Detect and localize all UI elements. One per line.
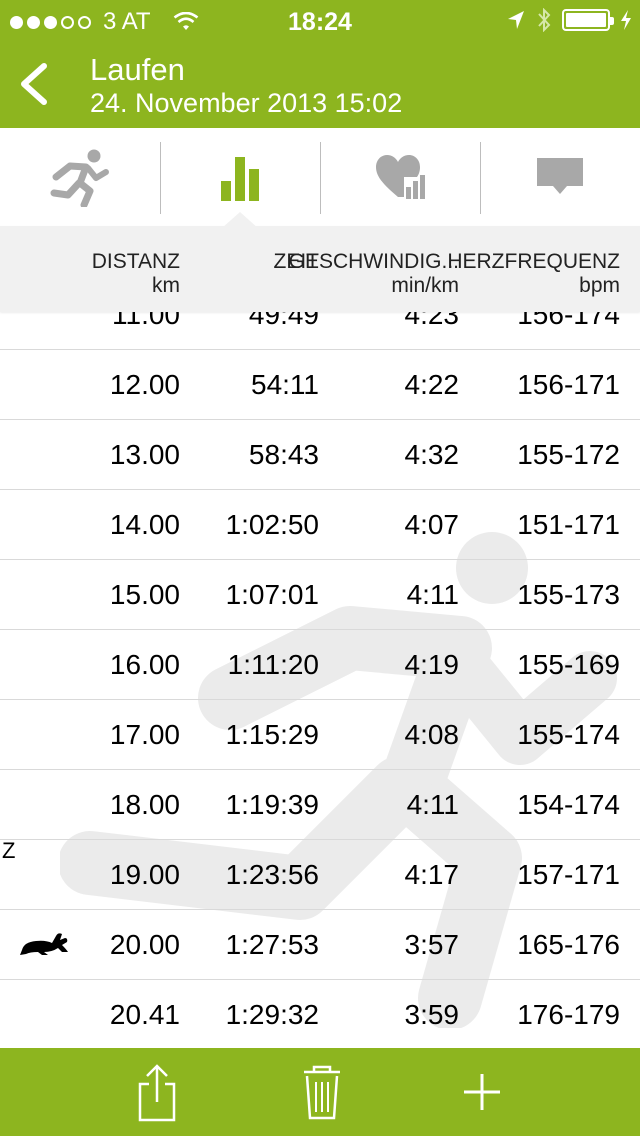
row-pace: 4:23 xyxy=(404,312,460,330)
comment-icon xyxy=(537,158,583,194)
row-heart-rate: 155-169 xyxy=(517,649,620,680)
row-time: 58:43 xyxy=(248,439,319,470)
column-label: GESCHWINDIG... xyxy=(288,250,459,273)
bluetooth-icon xyxy=(538,8,551,32)
row-distance: 18.00 xyxy=(109,789,180,820)
page-title: Laufen xyxy=(90,52,185,87)
tab-notes[interactable] xyxy=(480,128,640,226)
table-row[interactable]: 14.00 1:02:50 4:07 151-171 xyxy=(0,490,640,560)
heart-chart-icon xyxy=(376,155,425,199)
table-row[interactable]: 16.00 1:11:20 4:19 155-169 xyxy=(0,630,640,700)
row-heart-rate: 155-172 xyxy=(517,439,620,470)
table-row[interactable]: 12.00 54:11 4:22 156-171 xyxy=(0,350,640,420)
trash-icon[interactable] xyxy=(292,1062,352,1122)
row-distance: 20.41 xyxy=(109,999,180,1030)
share-icon[interactable] xyxy=(128,1062,188,1122)
row-pace: 4:11 xyxy=(406,789,459,820)
bar-chart-icon xyxy=(221,157,259,201)
row-distance: 16.00 xyxy=(109,649,180,680)
row-time: 1:07:01 xyxy=(225,579,319,610)
status-right xyxy=(506,8,632,32)
row-heart-rate: 165-176 xyxy=(517,929,620,960)
row-time: 1:29:32 xyxy=(225,999,319,1030)
row-time: 49:49 xyxy=(248,312,319,330)
row-heart-rate: 156-171 xyxy=(517,369,620,400)
row-time: 1:15:29 xyxy=(225,719,319,750)
column-pace: GESCHWINDIG... min/km xyxy=(289,250,459,298)
row-distance: 15.00 xyxy=(109,579,180,610)
column-unit: km xyxy=(152,274,180,297)
row-time: 1:02:50 xyxy=(225,509,319,540)
splits-table[interactable]: 11.00 49:49 4:23 156-174 12.00 54:11 4:22 156-1… xyxy=(0,312,640,1048)
row-pace: 3:57 xyxy=(404,929,460,960)
segment-tabs xyxy=(0,128,640,226)
charging-icon xyxy=(621,10,631,30)
table-row[interactable]: 20.41 1:29:32 3:59 176-179 xyxy=(0,980,640,1048)
row-distance: 20.00 xyxy=(109,929,180,960)
tab-heart-rate[interactable] xyxy=(320,128,480,226)
back-chevron-icon[interactable] xyxy=(14,62,54,106)
column-heart-rate: HERZFREQUENZ bpm xyxy=(447,250,620,298)
column-label: HERZFREQUENZ xyxy=(447,250,620,273)
location-arrow-icon xyxy=(508,11,524,29)
row-distance: 19.00 xyxy=(109,859,180,890)
table-body: 11.00 49:49 4:23 156-174 12.00 54:11 4:22 156-1… xyxy=(0,312,640,1048)
page-subtitle: 24. November 2013 15:02 xyxy=(90,88,403,118)
row-pace: 3:59 xyxy=(404,999,460,1030)
row-heart-rate: 155-173 xyxy=(517,579,620,610)
table-row[interactable]: 11.00 49:49 4:23 156-174 xyxy=(0,312,640,350)
bottom-toolbar xyxy=(0,1048,640,1136)
add-icon[interactable] xyxy=(452,1062,512,1122)
active-tab-pointer xyxy=(222,212,258,228)
runner-icon xyxy=(50,149,109,207)
row-distance: 17.00 xyxy=(109,719,180,750)
row-pace: 4:22 xyxy=(404,369,460,400)
row-heart-rate: 154-174 xyxy=(517,789,620,820)
row-distance: 11.00 xyxy=(112,312,180,330)
tab-activity[interactable] xyxy=(0,128,160,226)
table-header: DISTANZ km ZEIT GESCHWINDIG... min/km HE… xyxy=(0,226,640,312)
table-row[interactable]: 15.00 1:07:01 4:11 155-173 xyxy=(0,560,640,630)
row-distance: 13.00 xyxy=(109,439,180,470)
row-heart-rate: 155-174 xyxy=(517,719,620,750)
row-time: 1:11:20 xyxy=(227,649,319,680)
column-unit: min/km xyxy=(391,274,459,297)
navigation-bar: 3 AT 18:24 Laufen 24. November 2013 15:0… xyxy=(0,0,640,128)
table-row[interactable]: 18.00 1:19:39 4:11 154-174 xyxy=(0,770,640,840)
row-distance: 12.00 xyxy=(109,369,180,400)
table-row[interactable]: 20.00 1:27:53 3:57 165-176 xyxy=(0,910,640,980)
row-time: 1:19:39 xyxy=(225,789,319,820)
rabbit-icon xyxy=(20,933,68,955)
column-distance: DISTANZ km xyxy=(92,250,180,298)
side-marker: Z xyxy=(2,838,16,863)
row-pace: 4:19 xyxy=(404,649,460,680)
row-heart-rate: 157-171 xyxy=(517,859,620,890)
status-bar: 3 AT 18:24 xyxy=(0,0,640,40)
row-pace: 4:17 xyxy=(404,859,460,890)
column-unit: bpm xyxy=(579,274,620,297)
row-time: 1:23:56 xyxy=(225,859,319,890)
column-label: DISTANZ xyxy=(91,250,180,273)
battery-icon xyxy=(562,9,614,31)
row-heart-rate: 151-171 xyxy=(517,509,620,540)
row-pace: 4:11 xyxy=(406,579,459,610)
row-heart-rate: 176-179 xyxy=(517,999,620,1030)
row-pace: 4:07 xyxy=(404,509,460,540)
row-distance: 14.00 xyxy=(109,509,180,540)
row-time: 54:11 xyxy=(251,369,319,400)
row-time: 1:27:53 xyxy=(225,929,319,960)
table-row[interactable]: 13.00 58:43 4:32 155-172 xyxy=(0,420,640,490)
table-row[interactable]: 19.00 1:23:56 4:17 157-171 xyxy=(0,840,640,910)
row-pace: 4:32 xyxy=(404,439,460,470)
row-heart-rate: 156-174 xyxy=(517,312,620,330)
row-pace: 4:08 xyxy=(404,719,460,750)
table-row[interactable]: 17.00 1:15:29 4:08 155-174 xyxy=(0,700,640,770)
